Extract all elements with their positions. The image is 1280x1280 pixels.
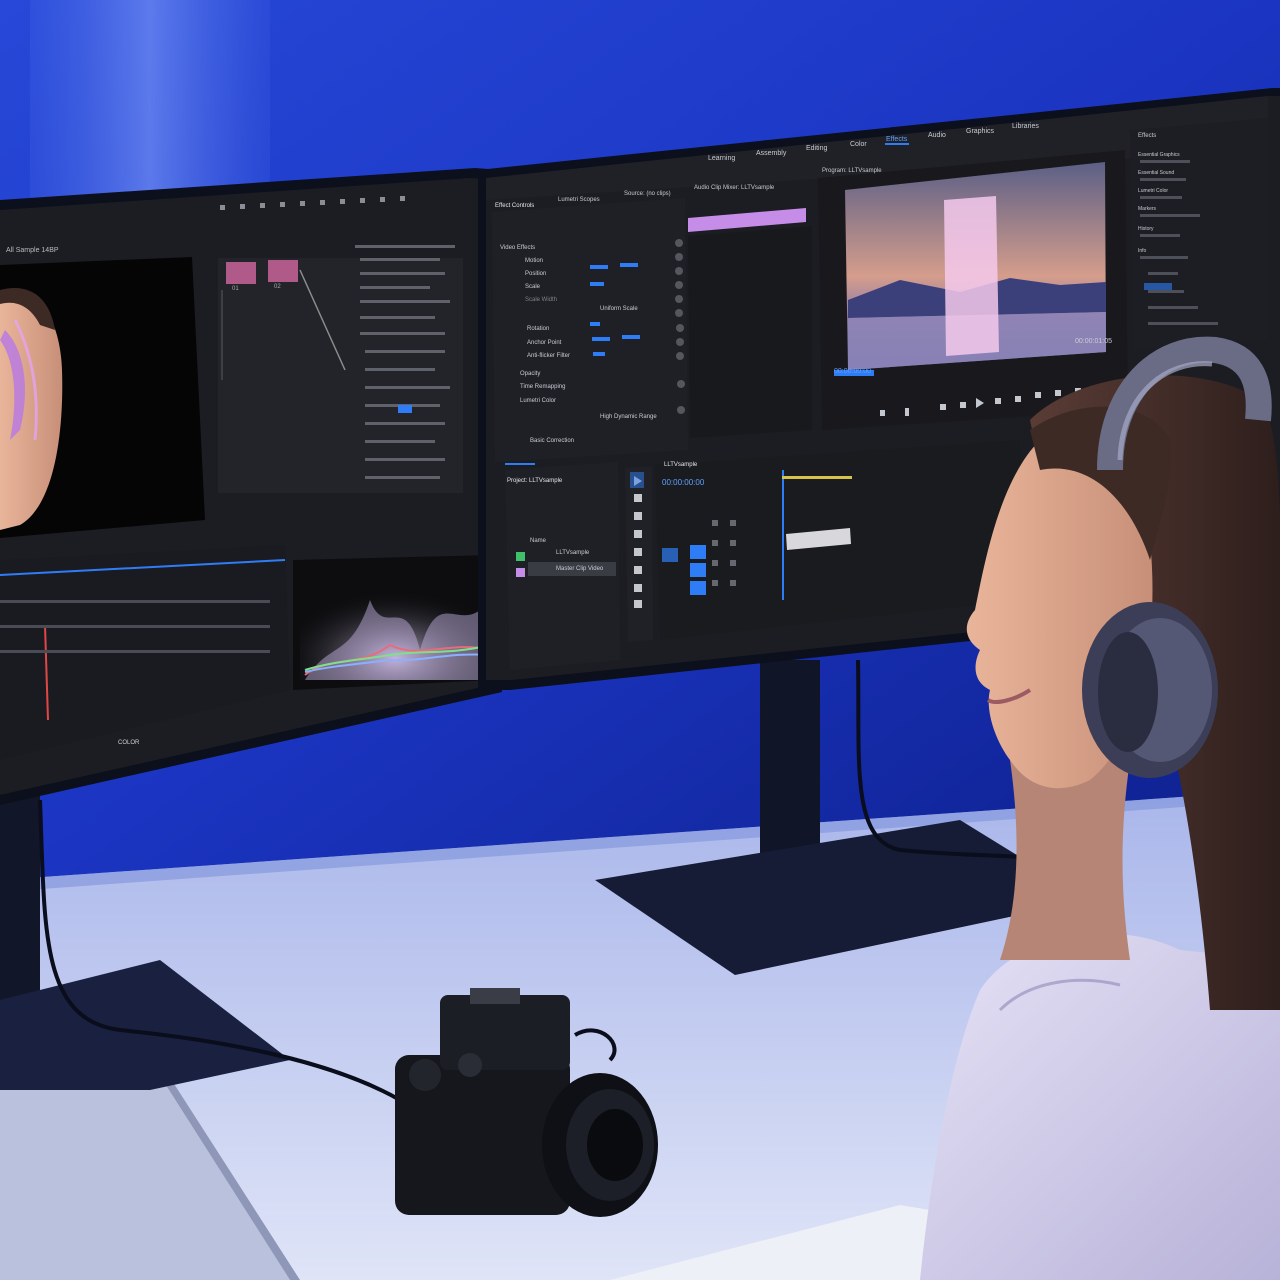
workspace-tab-libraries[interactable]: Libraries	[1012, 123, 1039, 130]
effect-row-basic-correction[interactable]: Basic Correction	[530, 438, 574, 444]
workspace-tab-graphics[interactable]: Graphics	[966, 128, 994, 135]
effect-row-opacity[interactable]: Opacity	[520, 371, 540, 377]
effects-item-markers[interactable]: Markers	[1138, 206, 1156, 212]
scope-waveform	[300, 570, 491, 680]
effect-row-motion[interactable]: Motion	[525, 258, 543, 264]
effect-row-lumetri-color[interactable]: Lumetri Color	[520, 398, 556, 404]
workspace-tab-learning[interactable]: Learning	[708, 155, 735, 162]
workspace-tab-assembly[interactable]: Assembly	[756, 150, 786, 157]
effect-row-hdr[interactable]: High Dynamic Range	[600, 414, 657, 420]
program-video-light-pillar	[944, 196, 999, 356]
project-item-clip[interactable]: Master Clip Video	[556, 566, 603, 572]
effects-item-essential-sound[interactable]: Essential Sound	[1138, 170, 1174, 176]
workspace-tab-editing[interactable]: Editing	[806, 145, 827, 152]
effects-item-info[interactable]: Info	[1138, 248, 1146, 254]
project-tab-underline	[505, 463, 535, 465]
effects-panel-selection	[1144, 283, 1172, 290]
left-viewer-title: All Sample 14BP	[6, 247, 59, 254]
timeline-title: LLTVsample	[664, 462, 698, 468]
effect-row-rotation[interactable]: Rotation	[527, 326, 549, 332]
project-item-sequence[interactable]: LLTVsample	[556, 550, 589, 556]
photo-scene: All Sample 14BP 01 02 COLOR Learning Ass…	[0, 0, 1280, 1280]
effects-item-essential-graphics[interactable]: Essential Graphics	[1138, 152, 1180, 158]
effect-row-time-remapping[interactable]: Time Remapping	[520, 384, 565, 390]
timeline-timecode: 00:00:00:00	[662, 478, 705, 487]
timeline-playhead-line	[782, 470, 784, 600]
effect-row-scale-width[interactable]: Scale Width	[525, 297, 557, 303]
effects-item-lumetri-color[interactable]: Lumetri Color	[1138, 188, 1168, 194]
tab-effect-controls[interactable]: Effect Controls	[495, 203, 534, 209]
tool-selection-active	[630, 472, 644, 488]
program-duration: 00:00:01:05	[1075, 338, 1112, 345]
program-monitor-title: Program: LLTVsample	[822, 168, 882, 174]
project-item-purple	[516, 568, 525, 577]
effect-row-position[interactable]: Position	[525, 271, 546, 277]
effect-row-uniform-scale[interactable]: Uniform Scale	[600, 306, 638, 312]
effects-item-history[interactable]: History	[1138, 226, 1154, 232]
left-footer-label: COLOR	[118, 740, 140, 746]
effect-row-anchor-point[interactable]: Anchor Point	[527, 340, 561, 346]
node-01	[226, 262, 256, 284]
tab-lumetri-scopes[interactable]: Lumetri Scopes	[558, 197, 600, 203]
workspace-tab-audio[interactable]: Audio	[928, 132, 946, 139]
program-timecode: 00:00:00:00	[834, 368, 871, 375]
effects-workspace-underline	[885, 143, 909, 145]
project-panel-title: Project: LLTVsample	[507, 478, 563, 484]
effect-row-anti-flicker[interactable]: Anti-flicker Filter	[527, 353, 570, 359]
node-02-label: 02	[274, 284, 281, 290]
tab-audio-clip-mixer[interactable]: Audio Clip Mixer: LLTVsample	[694, 185, 774, 191]
node-graph-panel	[218, 258, 463, 493]
effect-controls-timeline	[688, 226, 812, 438]
project-column-name: Name	[530, 538, 547, 544]
effect-row-video-effects: Video Effects	[500, 245, 536, 251]
effect-controls-panel	[492, 198, 688, 462]
workspace-tab-effects[interactable]: Effects	[886, 136, 907, 143]
workspace-tab-color[interactable]: Color	[850, 141, 867, 148]
neck	[1000, 760, 1130, 960]
inspector-highlight	[398, 405, 412, 413]
tab-source[interactable]: Source: (no clips)	[624, 191, 671, 197]
timeline-work-area	[782, 476, 852, 479]
project-item-green	[516, 552, 525, 561]
node-02	[268, 260, 298, 282]
effect-row-scale[interactable]: Scale	[525, 284, 540, 290]
node-01-label: 01	[232, 286, 239, 292]
effects-panel-title: Effects	[1138, 133, 1157, 139]
